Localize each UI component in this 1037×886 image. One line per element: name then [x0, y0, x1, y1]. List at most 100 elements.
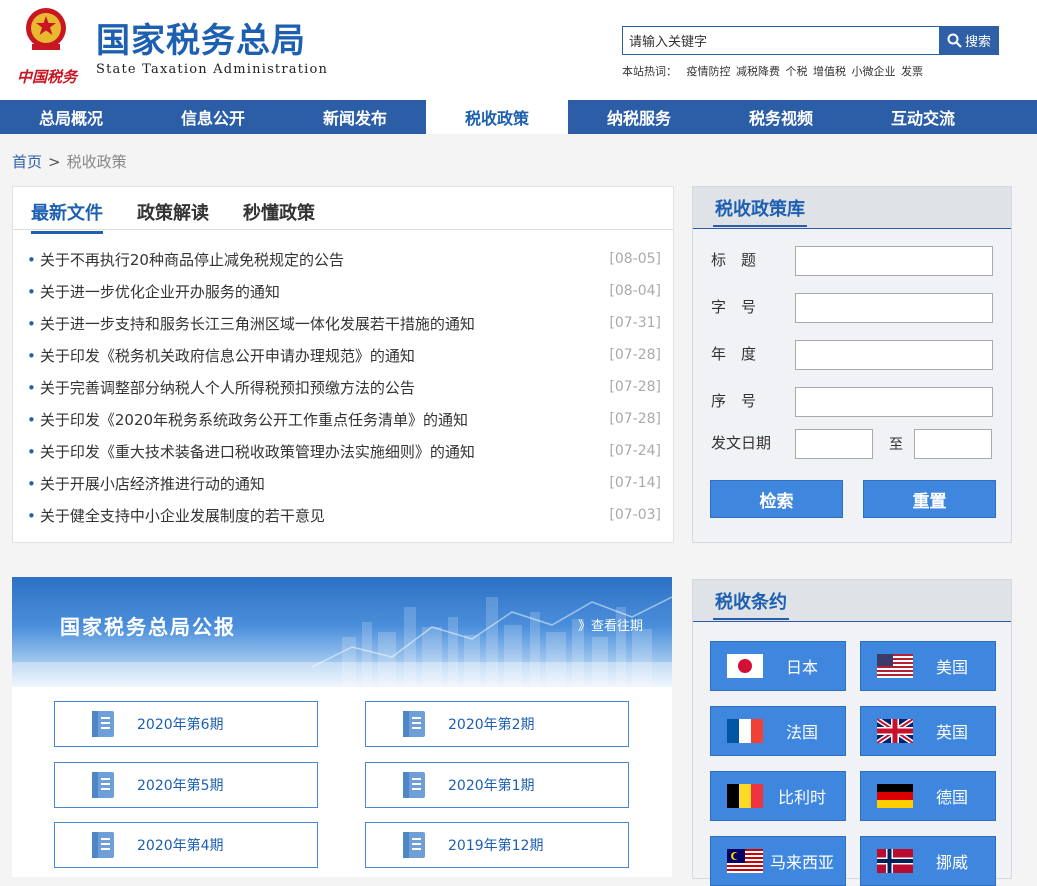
date-to-label: 至 [889, 437, 903, 453]
tax-treaty-panel: 税收条约 日本 美国法国 英国比利时 德国马来西亚 挪威 [692, 579, 1012, 886]
treaty-country-malaysia[interactable]: 马来西亚 [710, 836, 846, 886]
news-title[interactable]: 关于进一步优化企业开办服务的通知 [27, 281, 280, 302]
treaty-country-usa[interactable]: 美国 [860, 641, 996, 691]
treaty-country-label: 日本 [785, 658, 818, 677]
header: 中国税务 国家税务总局 State Taxation Administratio… [0, 0, 1037, 100]
seq-field[interactable] [795, 387, 993, 417]
news-item[interactable]: 关于印发《税务机关政府信息公开申请办理规范》的通知 [07-28] [27, 339, 661, 371]
view-past-link[interactable]: 》查看往期 [578, 615, 643, 634]
reset-button[interactable]: 重置 [863, 480, 996, 518]
year-field[interactable] [795, 340, 993, 370]
treaty-country-label: 比利时 [777, 788, 826, 807]
search-icon [947, 33, 962, 48]
news-date: [07-28] [609, 411, 661, 427]
treaty-country-japan[interactable]: 日本 [710, 641, 846, 691]
gazette-issue-label: 2020年第4期 [137, 838, 224, 854]
document-icon [92, 711, 114, 737]
hot-word[interactable]: 个税 [786, 65, 808, 78]
nav-item-interaction[interactable]: 互动交流 [852, 100, 994, 134]
breadcrumb-separator: > [48, 153, 61, 171]
gazette-issue[interactable]: 2020年第4期 [54, 822, 318, 868]
treaty-country-label: 德国 [935, 788, 968, 807]
hot-word[interactable]: 发票 [901, 65, 923, 78]
news-title[interactable]: 关于不再执行20种商品停止减免税规定的公告 [27, 249, 344, 270]
date-to-field[interactable] [914, 429, 992, 459]
hot-word[interactable]: 小微企业 [852, 65, 896, 78]
nav-item-news[interactable]: 新闻发布 [284, 100, 426, 134]
gazette-issue[interactable]: 2020年第1期 [365, 762, 629, 808]
news-item[interactable]: 关于进一步优化企业开办服务的通知 [08-04] [27, 275, 661, 307]
document-icon [403, 711, 425, 737]
news-item[interactable]: 关于开展小店经济推进行动的通知 [07-14] [27, 467, 661, 499]
news-item[interactable]: 关于不再执行20种商品停止减免税规定的公告 [08-05] [27, 243, 661, 275]
news-title[interactable]: 关于开展小店经济推进行动的通知 [27, 473, 265, 494]
news-item[interactable]: 关于印发《2020年税务系统政务公开工作重点任务清单》的通知 [07-28] [27, 403, 661, 435]
gazette-issue[interactable]: 2019年第12期 [365, 822, 629, 868]
treaty-country-belgium[interactable]: 比利时 [710, 771, 846, 821]
treaty-country-label: 挪威 [935, 853, 968, 872]
policy-library-panel: 税收政策库 标 题 字 号 年 度 序 号 发文日期 至 检索 重置 [692, 186, 1012, 543]
treaty-country-germany[interactable]: 德国 [860, 771, 996, 821]
policy-library-title: 税收政策库 [713, 195, 807, 227]
news-title[interactable]: 关于印发《重大技术装备进口税收政策管理办法实施细则》的通知 [27, 441, 475, 462]
search-policy-button[interactable]: 检索 [710, 480, 843, 518]
news-date: [07-24] [609, 443, 661, 459]
breadcrumb-current: 税收政策 [66, 153, 127, 171]
news-item[interactable]: 关于印发《重大技术装备进口税收政策管理办法实施细则》的通知 [07-24] [27, 435, 661, 467]
treaty-country-label: 美国 [935, 658, 968, 677]
news-title[interactable]: 关于进一步支持和服务长江三角洲区域一体化发展若干措施的通知 [27, 313, 475, 334]
news-date: [07-28] [609, 379, 661, 395]
news-title[interactable]: 关于印发《2020年税务系统政务公开工作重点任务清单》的通知 [27, 409, 468, 430]
title-field[interactable] [795, 246, 993, 276]
news-title[interactable]: 关于健全支持中小企业发展制度的若干意见 [27, 505, 325, 526]
field-label-seq: 序 号 [711, 392, 757, 410]
news-date: [07-14] [609, 475, 661, 491]
gazette-issue-label: 2020年第2期 [448, 717, 535, 733]
number-field[interactable] [795, 293, 993, 323]
tax-treaty-title: 税收条约 [713, 588, 789, 620]
national-emblem-icon [26, 8, 66, 50]
policy-panel: 最新文件 政策解读 秒懂政策 关于不再执行20种商品停止减免税规定的公告[08-… [12, 186, 674, 543]
treaty-country-norway[interactable]: 挪威 [860, 836, 996, 886]
news-item[interactable]: 关于进一步支持和服务长江三角洲区域一体化发展若干措施的通知 [07-31] [27, 307, 661, 339]
gazette-panel: 国家税务总局公报 》查看往期 2020年第6期 2020年第2期 2020年第5期 2… [12, 577, 672, 877]
gazette-issue[interactable]: 2020年第2期 [365, 701, 629, 747]
hot-word[interactable]: 疫情防控 [687, 65, 731, 78]
nav-item-service[interactable]: 纳税服务 [568, 100, 710, 134]
document-icon [92, 832, 114, 858]
news-title[interactable]: 关于印发《税务机关政府信息公开申请办理规范》的通知 [27, 345, 415, 366]
field-label-title: 标 题 [711, 251, 757, 269]
treaty-country-france[interactable]: 法国 [710, 706, 846, 756]
news-item[interactable]: 关于完善调整部分纳税人个人所得税预扣预缴方法的公告 [07-28] [27, 371, 661, 403]
gazette-issue[interactable]: 2020年第6期 [54, 701, 318, 747]
tab-divider [13, 229, 673, 230]
gazette-issue[interactable]: 2020年第5期 [54, 762, 318, 808]
nav-item-info[interactable]: 信息公开 [142, 100, 284, 134]
breadcrumb: 首页 > 税收政策 [12, 151, 127, 172]
search-button-label: 搜索 [964, 35, 991, 50]
news-date: [08-04] [609, 283, 661, 299]
document-icon [92, 772, 114, 798]
nav-item-overview[interactable]: 总局概况 [0, 100, 142, 134]
brand-logo[interactable]: 中国税务 [17, 66, 87, 92]
news-item[interactable]: 关于健全支持中小企业发展制度的若干意见 [07-03] [27, 499, 661, 531]
search-input[interactable] [622, 26, 940, 55]
hot-word[interactable]: 减税降费 [736, 65, 780, 78]
gazette-issue-label: 2020年第1期 [448, 778, 535, 794]
news-title[interactable]: 关于完善调整部分纳税人个人所得税预扣预缴方法的公告 [27, 377, 415, 398]
breadcrumb-home[interactable]: 首页 [12, 153, 42, 171]
field-label-year: 年 度 [711, 345, 757, 363]
field-label-number: 字 号 [711, 298, 757, 316]
nav-item-video[interactable]: 税务视频 [710, 100, 852, 134]
treaty-country-label: 英国 [935, 723, 968, 742]
news-list: 关于不再执行20种商品停止减免税规定的公告 [08-05] 关于进一步优化企业开办服… [27, 243, 661, 531]
document-icon [403, 832, 425, 858]
search-button[interactable]: 搜索 [939, 26, 999, 55]
nav-item-tax-policy[interactable]: 税收政策 [426, 100, 568, 134]
gazette-issue-label: 2020年第6期 [137, 717, 224, 733]
hot-word[interactable]: 增值税 [813, 65, 846, 78]
site-title[interactable]: 国家税务总局 [96, 20, 306, 62]
gazette-issue-label: 2019年第12期 [448, 838, 544, 854]
date-from-field[interactable] [795, 429, 873, 459]
treaty-country-uk[interactable]: 英国 [860, 706, 996, 756]
